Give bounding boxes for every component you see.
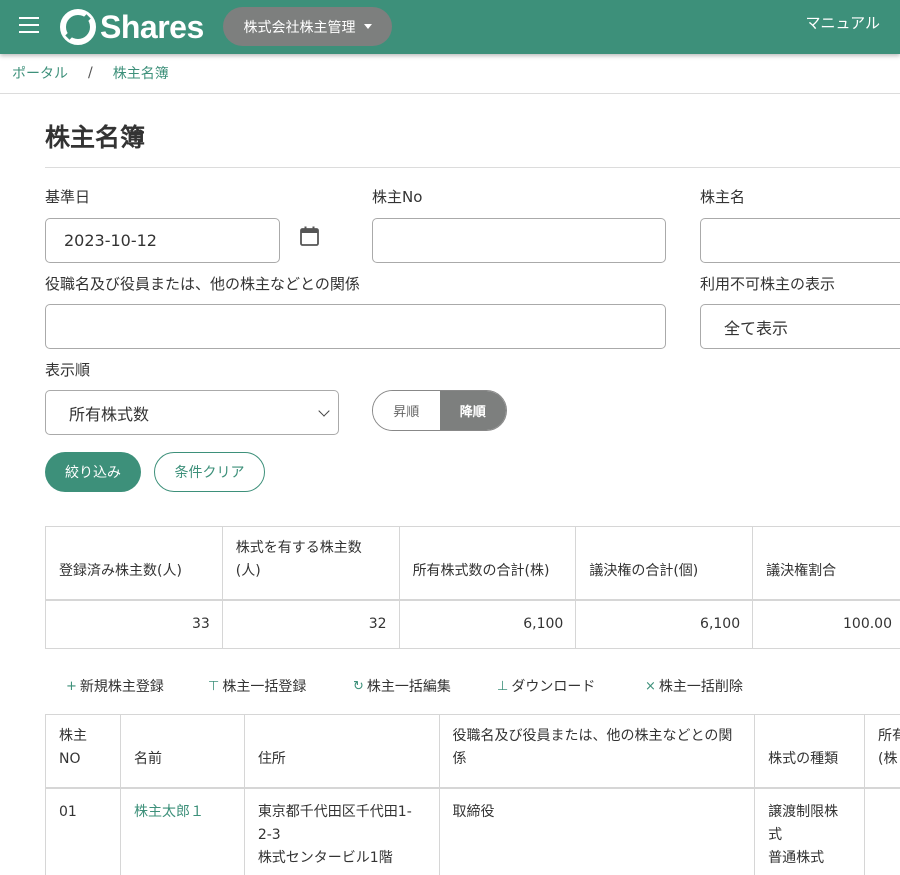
refresh-icon: ↻ (353, 678, 364, 694)
download-icon: ⊥ (497, 678, 509, 694)
share-type-1: 譲渡制限株式 (768, 803, 839, 843)
new-shareholder-action[interactable]: + 新規株主登録 (66, 676, 208, 696)
cell-relation: 取締役 (438, 787, 756, 875)
sort-asc-button[interactable]: 昇順 (373, 391, 440, 430)
cell-address: 東京都千代田区千代田1-2-3 株式センタービル1階 (243, 787, 440, 875)
order-label: 表示順 (45, 361, 91, 379)
company-selector[interactable]: 株式会社株主管理 (223, 7, 392, 46)
bulk-edit-action[interactable]: ↻ 株主一括編集 (353, 676, 497, 696)
cell-shares (863, 787, 900, 875)
unavailable-display-select[interactable]: 全て表示 (700, 304, 900, 349)
col-header-shares[interactable]: 所有(株 (863, 714, 900, 788)
summary-header-total-shares: 所有株式数の合計(株) (398, 526, 577, 600)
calendar-icon[interactable] (300, 226, 319, 246)
cell-share-type: 譲渡制限株式 普通株式 (754, 787, 865, 875)
breadcrumb-shareholder-register[interactable]: 株主名簿 (113, 63, 169, 83)
action-bar: + 新規株主登録 ⊤ 株主一括登録 ↻ 株主一括編集 ⊥ ダウンロード × 株主… (66, 676, 743, 696)
plus-icon: + (66, 678, 77, 694)
sort-desc-button[interactable]: 降順 (439, 391, 506, 430)
bulk-delete-action[interactable]: × 株主一括削除 (645, 676, 743, 696)
summary-registered-value: 33 (45, 599, 223, 649)
summary-header-registered: 登録済み株主数(人) (45, 526, 223, 600)
shareholder-name-link[interactable]: 株主太郎１ (134, 804, 204, 820)
address-line-1: 東京都千代田区千代田1-2-3 (257, 803, 412, 843)
base-date-label: 基準日 (45, 188, 91, 206)
breadcrumb-separator: / (88, 65, 93, 81)
breadcrumb-divider (0, 93, 900, 94)
shareholder-name-input[interactable] (700, 218, 900, 263)
shareholder-table: 株主NO 名前 住所 役職名及び役員または、他の株主などとの関係 株式の種類 所… (45, 714, 900, 875)
breadcrumb: ポータル / 株主名簿 (12, 63, 169, 83)
clear-conditions-button[interactable]: 条件クリア (154, 452, 265, 492)
shareholder-header-row: 株主NO 名前 住所 役職名及び役員または、他の株主などとの関係 株式の種類 所… (45, 714, 900, 788)
order-select[interactable]: 所有株式数 (45, 390, 339, 435)
table-row[interactable]: 01 株主太郎１ 東京都千代田区千代田1-2-3 株式センタービル1階 取締役 … (45, 787, 900, 875)
cell-name: 株主太郎１ (119, 787, 245, 875)
filter-button[interactable]: 絞り込み (45, 452, 141, 492)
summary-header-row: 登録済み株主数(人) 株式を有する株主数(人) 所有株式数の合計(株) 議決権の… (45, 526, 900, 600)
download-label: ダウンロード (511, 679, 596, 695)
summary-vote-ratio-value: 100.00 (752, 599, 900, 649)
cell-no: 01 (45, 787, 121, 875)
address-line-2: 株式センタービル1階 (257, 849, 393, 866)
menu-icon[interactable] (19, 17, 39, 33)
col-header-name[interactable]: 名前 (119, 714, 245, 788)
chevron-down-icon (318, 405, 330, 417)
base-date-input[interactable]: 2023-10-12 (45, 218, 280, 263)
shareholder-no-label: 株主No (372, 188, 423, 206)
bulk-register-label: 株主一括登録 (222, 679, 307, 695)
summary-header-total-votes: 議決権の合計(個) (575, 526, 754, 600)
summary-header-vote-ratio: 議決権割合 (752, 526, 900, 600)
bulk-delete-label: 株主一括削除 (658, 679, 743, 695)
unavailable-display-label: 利用不可株主の表示 (700, 275, 836, 293)
summary-holders-value: 32 (221, 599, 400, 649)
summary-total-shares-value: 6,100 (398, 599, 577, 649)
shareholder-no-input[interactable] (372, 218, 666, 263)
breadcrumb-portal[interactable]: ポータル (12, 63, 68, 83)
relation-input[interactable] (45, 304, 666, 349)
logo-mark-icon (60, 9, 96, 45)
company-name: 株式会社株主管理 (243, 19, 356, 36)
bulk-edit-label: 株主一括編集 (366, 679, 451, 695)
app-header: Shares 株式会社株主管理 マニュアル (0, 0, 900, 54)
title-divider (45, 167, 900, 168)
share-type-2: 普通株式 (768, 849, 825, 866)
sort-direction-toggle: 昇順 降順 (372, 390, 507, 431)
upload-icon: ⊤ (208, 678, 220, 694)
shareholder-name-label: 株主名 (700, 188, 746, 206)
new-shareholder-label: 新規株主登録 (79, 679, 164, 695)
page-title: 株主名簿 (45, 123, 146, 152)
col-header-no[interactable]: 株主NO (45, 714, 121, 788)
download-action[interactable]: ⊥ ダウンロード (497, 676, 645, 696)
col-header-address[interactable]: 住所 (243, 714, 440, 788)
col-header-relation[interactable]: 役職名及び役員または、他の株主などとの関係 (438, 714, 756, 788)
summary-total-votes-value: 6,100 (575, 599, 754, 649)
close-icon: × (645, 678, 656, 694)
col-header-share-type[interactable]: 株式の種類 (754, 714, 865, 788)
relation-label: 役職名及び役員または、他の株主などとの関係 (45, 275, 360, 293)
summary-header-holders: 株式を有する株主数(人) (221, 526, 400, 600)
bulk-register-action[interactable]: ⊤ 株主一括登録 (208, 676, 353, 696)
caret-down-icon (363, 24, 372, 29)
logo[interactable]: Shares (60, 7, 204, 47)
summary-value-row: 33 32 6,100 6,100 100.00 (45, 599, 900, 649)
summary-table: 登録済み株主数(人) 株式を有する株主数(人) 所有株式数の合計(株) 議決権の… (45, 526, 900, 649)
order-select-value: 所有株式数 (69, 404, 150, 424)
manual-link[interactable]: マニュアル (805, 12, 880, 33)
logo-text: Shares (100, 8, 204, 45)
